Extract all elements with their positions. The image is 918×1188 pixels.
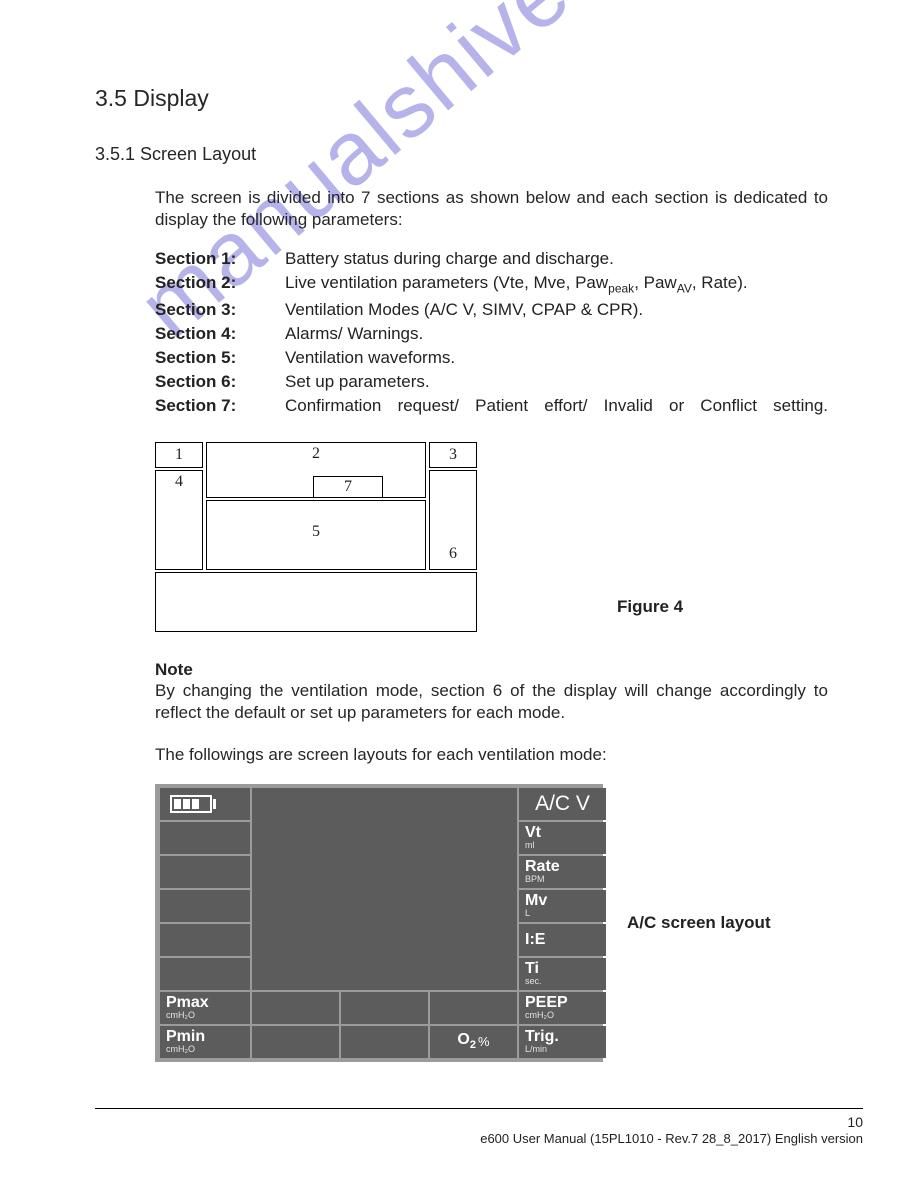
heading-screen-layout: 3.5.1 Screen Layout [95,144,838,165]
section-label: Section 7: [155,396,285,416]
param-peep: PEEPcmH₂O [519,992,606,1024]
section-desc: Live ventilation parameters (Vte, Mve, P… [285,273,828,295]
section-desc: Ventilation Modes (A/C V, SIMV, CPAP & C… [285,300,828,320]
mode-cell: A/C V [519,788,606,820]
section-label: Section 5: [155,348,285,368]
bottom-blank [252,992,339,1024]
param-pmin: PmincmH₂O [160,1026,250,1058]
section-desc: Set up parameters. [285,372,828,392]
param-ie: I:E [519,924,606,956]
waveform-area [252,788,517,990]
bottom-blank [341,1026,428,1058]
battery-cell [160,788,250,820]
footer-line: e600 User Manual (15PL1010 - Rev.7 28_8_… [95,1131,863,1148]
bottom-blank [341,992,428,1024]
section-label: Section 4: [155,324,285,344]
param-vt: Vtml [519,822,606,854]
page-footer: 10 e600 User Manual (15PL1010 - Rev.7 28… [95,1108,863,1148]
diagram-outer [155,572,477,632]
left-blank [160,822,250,854]
battery-icon [170,795,244,813]
lead-text-2: The followings are screen layouts for ea… [155,744,828,766]
section-row: Section 6:Set up parameters. [155,372,828,392]
section-row: Section 5:Ventilation waveforms. [155,348,828,368]
note-text: By changing the ventilation mode, sectio… [155,680,828,724]
note-label: Note [155,660,828,680]
section-desc: Battery status during charge and dischar… [285,249,828,269]
device-screenshot: A/C V Vtml RateBPM MvL I:E Tisec. Pmaxcm… [155,784,603,1062]
heading-display: 3.5 Display [95,85,838,112]
figure-caption: Figure 4 [617,597,683,617]
left-blank [160,856,250,888]
bottom-blank [252,1026,339,1058]
left-blank [160,890,250,922]
left-blank [160,958,250,990]
section-row: Section 2:Live ventilation parameters (V… [155,273,828,295]
diagram-box-7: 7 [313,476,383,498]
page-number: 10 [95,1113,863,1131]
diagram-box-6: 6 [429,470,477,570]
section-row: Section 1:Battery status during charge a… [155,249,828,269]
diagram-box-4: 4 [155,470,203,570]
param-trig: Trig.L/min [519,1026,606,1058]
screenshot-label: A/C screen layout [627,913,771,933]
section-label: Section 6: [155,372,285,392]
section-label: Section 3: [155,300,285,320]
section-definitions: Section 1:Battery status during charge a… [155,249,828,415]
param-o2: O2% [430,1026,517,1058]
section-desc: Confirmation request/ Patient effort/ In… [285,396,828,416]
diagram-box-3: 3 [429,442,477,468]
intro-text: The screen is divided into 7 sections as… [155,187,828,231]
section-row: Section 4:Alarms/ Warnings. [155,324,828,344]
section-desc: Alarms/ Warnings. [285,324,828,344]
section-desc: Ventilation waveforms. [285,348,828,368]
diagram-box-1: 1 [155,442,203,468]
param-pmax: PmaxcmH₂O [160,992,250,1024]
left-blank [160,924,250,956]
section-row: Section 3:Ventilation Modes (A/C V, SIMV… [155,300,828,320]
section-label: Section 1: [155,249,285,269]
page-content: 3.5 Display 3.5.1 Screen Layout The scre… [0,0,918,1185]
param-rate: RateBPM [519,856,606,888]
param-ti: Tisec. [519,958,606,990]
bottom-blank [430,992,517,1024]
section-label: Section 2: [155,273,285,295]
param-mv: MvL [519,890,606,922]
screen-layout-diagram: 1 2 3 7 4 5 6 [155,442,477,632]
diagram-box-5: 5 [206,500,426,570]
section-row: Section 7:Confirmation request/ Patient … [155,396,828,416]
